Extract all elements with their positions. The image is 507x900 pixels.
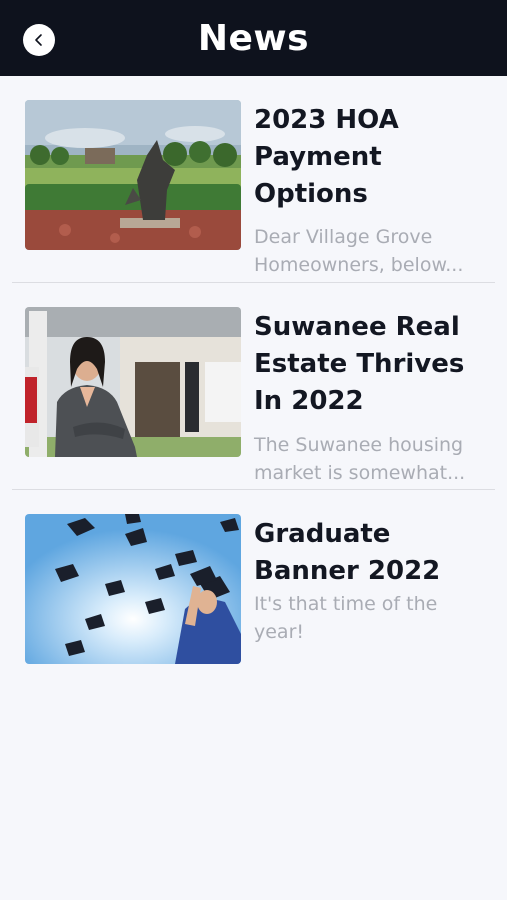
top-bar: News bbox=[0, 0, 507, 76]
news-item[interactable]: Suwanee Real Estate Thrives In 2022 The … bbox=[12, 283, 495, 490]
article-excerpt: The Suwanee housing market is somewhat..… bbox=[254, 431, 484, 487]
news-list: 2023 HOA Payment Options Dear Village Gr… bbox=[0, 76, 507, 697]
news-item[interactable]: Graduate Banner 2022 It's that time of t… bbox=[12, 490, 495, 697]
article-excerpt: It's that time of the year! bbox=[254, 590, 484, 646]
article-thumbnail[interactable] bbox=[25, 100, 241, 250]
excerpt-line: The Suwanee housing bbox=[254, 434, 464, 456]
article-headline[interactable]: Graduate Banner 2022 bbox=[254, 516, 484, 590]
excerpt-line: Dear Village Grove bbox=[254, 226, 433, 248]
article-excerpt: Dear Village Grove Homeowners, below... bbox=[254, 223, 484, 279]
sculpture-garden-image bbox=[25, 100, 241, 250]
article-headline[interactable]: 2023 HOA Payment Options bbox=[254, 102, 484, 213]
graduation-caps-image bbox=[25, 514, 241, 664]
realtor-woman-image bbox=[25, 307, 241, 457]
excerpt-line: year! bbox=[254, 621, 305, 643]
article-thumbnail[interactable] bbox=[25, 514, 241, 664]
excerpt-line: market is somewhat... bbox=[254, 462, 466, 484]
excerpt-line: Homeowners, below... bbox=[254, 254, 464, 276]
news-item[interactable]: 2023 HOA Payment Options Dear Village Gr… bbox=[12, 76, 495, 283]
page-title: News bbox=[197, 17, 310, 59]
back-button[interactable] bbox=[23, 24, 55, 56]
excerpt-line: It's that time of the bbox=[254, 593, 438, 615]
article-thumbnail[interactable] bbox=[25, 307, 241, 457]
chevron-left-icon bbox=[35, 34, 42, 46]
article-headline[interactable]: Suwanee Real Estate Thrives In 2022 bbox=[254, 309, 484, 420]
